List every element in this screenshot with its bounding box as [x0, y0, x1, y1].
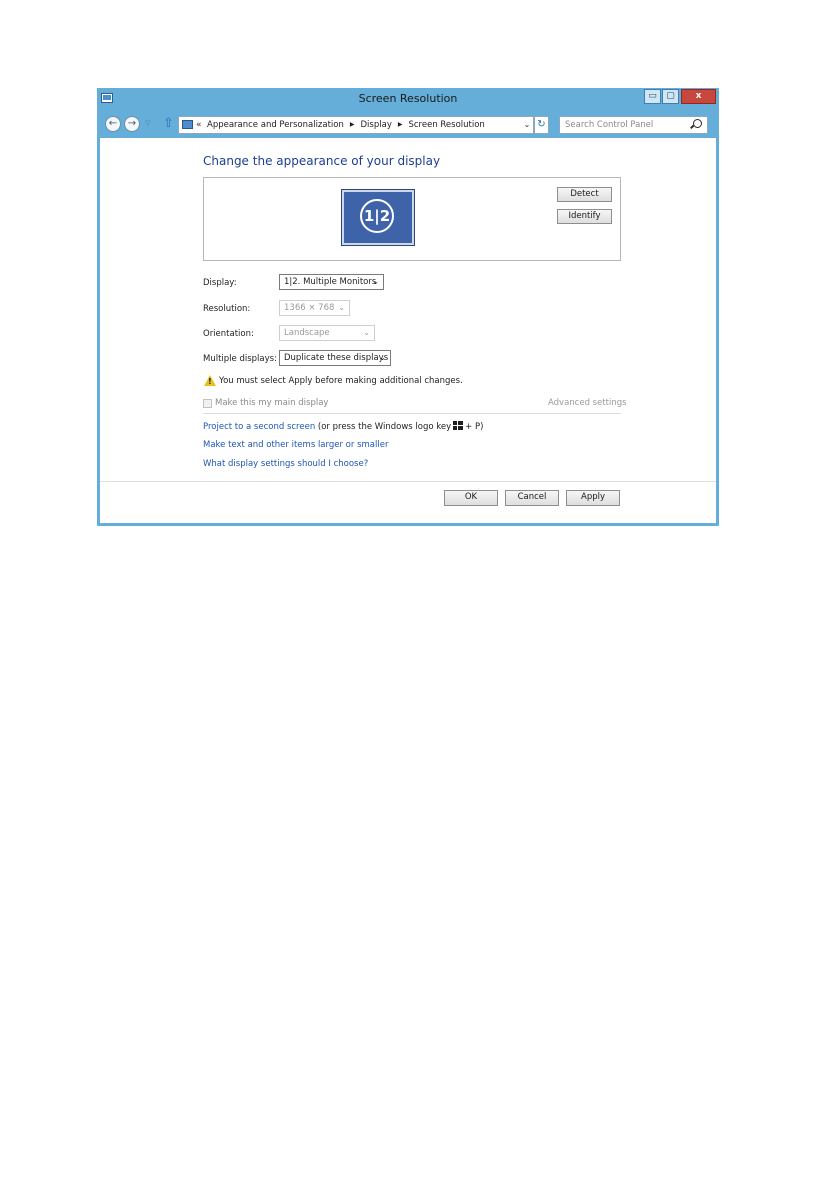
warning-message: You must select Apply before making addi… [219, 376, 463, 386]
search-input[interactable] [559, 116, 708, 134]
advanced-settings-link: Advanced settings [548, 398, 627, 408]
minimize-button[interactable]: ▭ [644, 89, 661, 104]
maximize-button[interactable]: ▢ [662, 89, 679, 104]
page-title: Change the appearance of your display [203, 154, 441, 168]
footer-divider [100, 481, 716, 482]
project-hint-keys: + P) [465, 422, 484, 432]
project-second-screen-link[interactable]: Project to a second screen [203, 422, 315, 432]
address-toolbar: ← → ▽ ⇧ « Appearance and Personalization… [97, 112, 719, 138]
main-display-checkbox [203, 399, 212, 408]
breadcrumb-separator-icon[interactable]: ▶ [398, 121, 403, 128]
display-label: Display: [203, 278, 237, 288]
project-hint: Project to a second screen (or press the… [203, 421, 483, 432]
breadcrumb-separator-icon[interactable]: ▶ [350, 121, 355, 128]
screen-resolution-window: Screen Resolution ▭ ▢ x ← → ▽ ⇧ « Appear… [97, 88, 719, 526]
text-size-link[interactable]: Make text and other items larger or smal… [203, 440, 388, 450]
address-field[interactable]: « Appearance and Personalization ▶ Display… [178, 116, 534, 134]
orientation-select-value: Landscape [284, 328, 330, 338]
address-history-chevron-down-icon[interactable]: ⌄ [520, 116, 534, 134]
warning-icon [204, 375, 216, 386]
close-button[interactable]: x [681, 89, 716, 104]
chevron-down-icon: ⌄ [338, 303, 345, 312]
recent-pages-chevron-down-icon[interactable]: ▽ [145, 119, 150, 127]
up-arrow-icon[interactable]: ⇧ [163, 116, 174, 132]
chevron-down-icon: ⌄ [379, 353, 386, 362]
breadcrumb: Appearance and Personalization ▶ Display ▶ S… [207, 117, 485, 133]
display-preview: 1|2 Detect Identify [203, 177, 621, 261]
apply-button[interactable]: Apply [566, 490, 620, 506]
multiple-displays-select-value: Duplicate these displays [284, 353, 389, 363]
resolution-label: Resolution: [203, 304, 251, 314]
chevron-down-icon: ⌄ [363, 328, 370, 337]
forward-arrow-icon[interactable]: → [124, 116, 140, 132]
title-bar[interactable]: Screen Resolution ▭ ▢ x [97, 88, 719, 112]
monitor-number: 1|2 [360, 199, 394, 233]
display-help-link[interactable]: What display settings should I choose? [203, 459, 368, 469]
identify-button[interactable]: Identify [557, 209, 612, 224]
ok-button[interactable]: OK [444, 490, 498, 506]
resolution-select-value: 1366 × 768 [284, 303, 335, 313]
multiple-displays-label: Multiple displays: [203, 354, 277, 364]
windows-logo-icon [453, 421, 464, 430]
breadcrumb-display[interactable]: Display [361, 120, 392, 130]
breadcrumb-screen-resolution[interactable]: Screen Resolution [408, 120, 484, 130]
multiple-displays-select[interactable]: Duplicate these displays ⌄ [279, 350, 391, 366]
project-hint-text: (or press the Windows logo key [317, 422, 452, 432]
detect-button[interactable]: Detect [557, 187, 612, 202]
orientation-select: Landscape ⌄ [279, 325, 375, 341]
display-select-value: 1|2. Multiple Monitors [284, 277, 377, 287]
breadcrumb-overflow[interactable]: « [196, 117, 202, 133]
divider [203, 413, 621, 414]
breadcrumb-appearance[interactable]: Appearance and Personalization [207, 120, 344, 130]
refresh-icon[interactable]: ↻ [534, 116, 549, 134]
search-icon[interactable] [693, 119, 702, 128]
resolution-select: 1366 × 768 ⌄ [279, 300, 350, 316]
control-panel-icon [182, 120, 193, 129]
display-select[interactable]: 1|2. Multiple Monitors ⌄ [279, 274, 384, 290]
monitor-tile[interactable]: 1|2 [342, 190, 414, 245]
main-display-checkbox-label: Make this my main display [215, 398, 329, 408]
chevron-down-icon: ⌄ [372, 277, 379, 286]
orientation-label: Orientation: [203, 329, 254, 339]
window-title: Screen Resolution [358, 92, 458, 105]
content-pane: Change the appearance of your display 1|… [100, 138, 716, 523]
back-arrow-icon[interactable]: ← [105, 116, 121, 132]
cancel-button[interactable]: Cancel [505, 490, 559, 506]
